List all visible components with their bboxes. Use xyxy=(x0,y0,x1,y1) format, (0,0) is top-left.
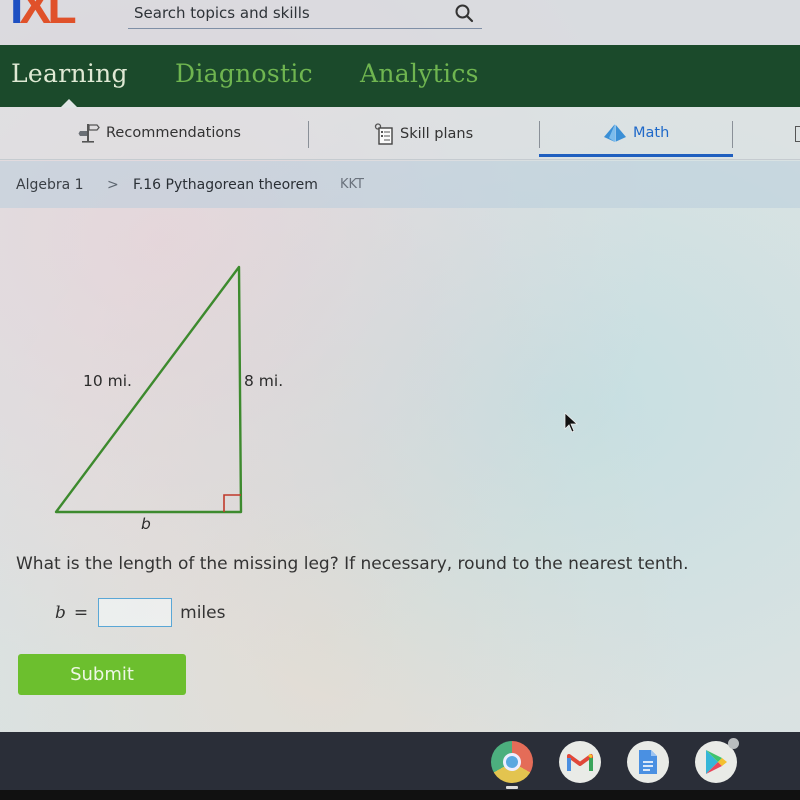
signpost-icon xyxy=(78,124,100,143)
taskbar-app-gmail[interactable] xyxy=(559,741,601,783)
triangle-figure: 10 mi. 8 mi. b xyxy=(40,255,320,545)
nav-tab-analytics[interactable]: Analytics xyxy=(360,59,479,88)
docs-icon xyxy=(639,750,657,774)
screen-bezel xyxy=(0,790,800,800)
subnav-skill-plans-label: Skill plans xyxy=(400,126,474,142)
answer-unit: miles xyxy=(180,602,226,623)
missing-leg-label: b xyxy=(141,515,151,533)
play-store-notification-badge xyxy=(728,738,739,749)
ixl-logo[interactable]: IXL xyxy=(10,0,77,34)
subnav-skill-plans[interactable]: Skill plans xyxy=(374,123,473,145)
breadcrumb: Algebra 1 > F.16 Pythagorean theorem KKT xyxy=(0,161,800,208)
hypotenuse-label: 10 mi. xyxy=(83,372,132,390)
right-angle-marker xyxy=(223,494,241,512)
subnav-divider xyxy=(308,121,309,148)
pyramid-icon xyxy=(604,124,626,142)
nav-tab-diagnostic[interactable]: Diagnostic xyxy=(175,59,313,88)
answer-variable: b xyxy=(55,602,66,623)
top-bar: IXL Search topics and skills xyxy=(0,0,800,45)
active-subnav-underline xyxy=(539,154,733,157)
gmail-icon xyxy=(567,753,593,771)
nav-tab-learning[interactable]: Learning xyxy=(11,59,128,88)
chrome-icon xyxy=(503,753,521,771)
breadcrumb-separator: > xyxy=(107,177,119,193)
main-nav: Learning Diagnostic Analytics xyxy=(0,45,800,108)
chrome-active-indicator xyxy=(506,786,518,789)
equals-sign: = xyxy=(73,602,89,623)
search-icon[interactable] xyxy=(454,3,474,23)
skill-code: KKT xyxy=(340,177,364,192)
breadcrumb-subject[interactable]: Algebra 1 xyxy=(16,177,84,193)
leg-label: 8 mi. xyxy=(244,372,284,390)
clipboard-icon xyxy=(374,123,393,145)
right-triangle xyxy=(54,265,243,514)
subnav-divider xyxy=(539,121,540,148)
subnav-math-label: Math xyxy=(633,125,670,141)
submit-button[interactable]: Submit xyxy=(18,654,186,695)
search-input[interactable]: Search topics and skills xyxy=(128,0,482,29)
mouse-cursor-icon xyxy=(564,412,579,433)
logo-letter-x: X xyxy=(19,0,51,34)
breadcrumb-skill: F.16 Pythagorean theorem xyxy=(133,177,318,193)
logo-letter-i: I xyxy=(10,0,23,34)
question-text: What is the length of the missing leg? I… xyxy=(16,554,689,574)
subnav-math[interactable]: Math xyxy=(603,123,669,143)
subnav-overflow-icon[interactable] xyxy=(795,126,800,142)
search-placeholder: Search topics and skills xyxy=(134,4,310,22)
taskbar-app-chrome[interactable] xyxy=(491,741,533,783)
taskbar-app-docs[interactable] xyxy=(627,741,669,783)
play-store-icon xyxy=(706,750,727,774)
sub-nav: Recommendations Skill plans Math xyxy=(0,107,800,160)
subnav-recommendations[interactable]: Recommendations xyxy=(78,123,241,143)
answer-row: b = miles xyxy=(55,598,225,627)
logo-letter-l: L xyxy=(47,0,76,34)
answer-input[interactable] xyxy=(98,598,173,627)
subnav-divider xyxy=(732,121,733,148)
subnav-recommendations-label: Recommendations xyxy=(106,125,241,141)
